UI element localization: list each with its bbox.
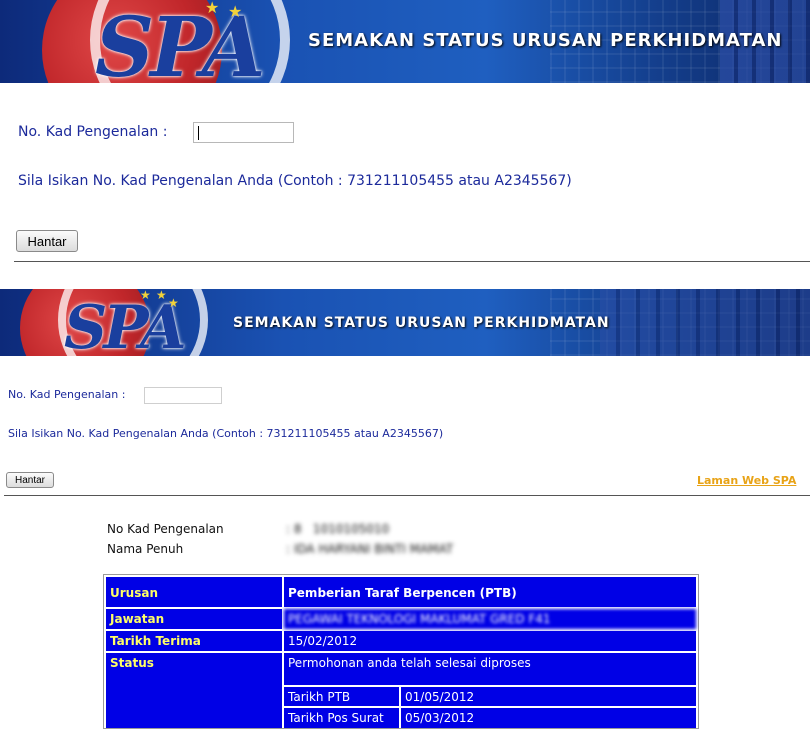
status-value: Permohonan anda telah selesai diproses — [284, 653, 696, 685]
tarikh-terima-value: 15/02/2012 — [284, 631, 696, 651]
result-ic-value: : 8 1010105010 — [286, 522, 390, 536]
urusan-label: Urusan — [106, 577, 282, 607]
banner-title: SEMAKAN STATUS URUSAN PERKHIDMATAN — [308, 30, 783, 51]
result-ic-label: No Kad Pengenalan — [107, 522, 224, 536]
tarikh-terima-label: Tarikh Terima — [106, 631, 282, 651]
instruction-text: Sila Isikan No. Kad Pengenalan Anda (Con… — [18, 173, 572, 189]
star-icon: ★ — [205, 0, 220, 17]
jawatan-label: Jawatan — [106, 609, 282, 629]
header-banner: SPA ★ ★ ★ SEMAKAN STATUS URUSAN PERKHIDM… — [0, 289, 810, 356]
ic-input[interactable] — [193, 122, 294, 143]
submit-button[interactable]: Hantar — [6, 472, 54, 488]
jawatan-value: PEGAWAI TEKNOLOGI MAKLUMAT GRED F41 — [284, 609, 696, 629]
urusan-value: Pemberian Taraf Berpencen (PTB) — [284, 577, 696, 607]
result-name-label: Nama Penuh — [107, 542, 184, 556]
status-label: Status — [106, 653, 282, 728]
spa-website-link[interactable]: Laman Web SPA — [697, 474, 796, 487]
header-banner: SPA ★ ★ SEMAKAN STATUS URUSAN PERKHIDMAT… — [0, 0, 810, 83]
submit-button[interactable]: Hantar — [16, 230, 78, 252]
divider — [4, 495, 810, 496]
ic-label: No. Kad Pengenalan : — [8, 388, 126, 401]
tarikh-pos-label: Tarikh Pos Surat — [284, 708, 399, 728]
tarikh-ptb-value: 01/05/2012 — [401, 687, 696, 706]
instruction-text: Sila Isikan No. Kad Pengenalan Anda (Con… — [8, 427, 444, 440]
ic-label: No. Kad Pengenalan : — [18, 124, 168, 140]
text-caret — [198, 126, 199, 140]
tarikh-ptb-label: Tarikh PTB — [284, 687, 399, 706]
result-name-value: : IDA HARYANI BINTI MAMAT — [286, 542, 454, 556]
tarikh-pos-value: 05/03/2012 — [401, 708, 696, 728]
divider — [14, 261, 810, 262]
banner-title: SEMAKAN STATUS URUSAN PERKHIDMATAN — [233, 315, 610, 331]
spa-logo-text: SPA — [64, 293, 187, 356]
star-icon: ★ — [140, 289, 151, 302]
status-table: Urusan Pemberian Taraf Berpencen (PTB) J… — [103, 574, 699, 729]
star-icon: ★ — [228, 2, 243, 21]
star-icon: ★ — [156, 289, 167, 302]
ic-input[interactable] — [144, 387, 222, 404]
star-icon: ★ — [168, 296, 179, 310]
